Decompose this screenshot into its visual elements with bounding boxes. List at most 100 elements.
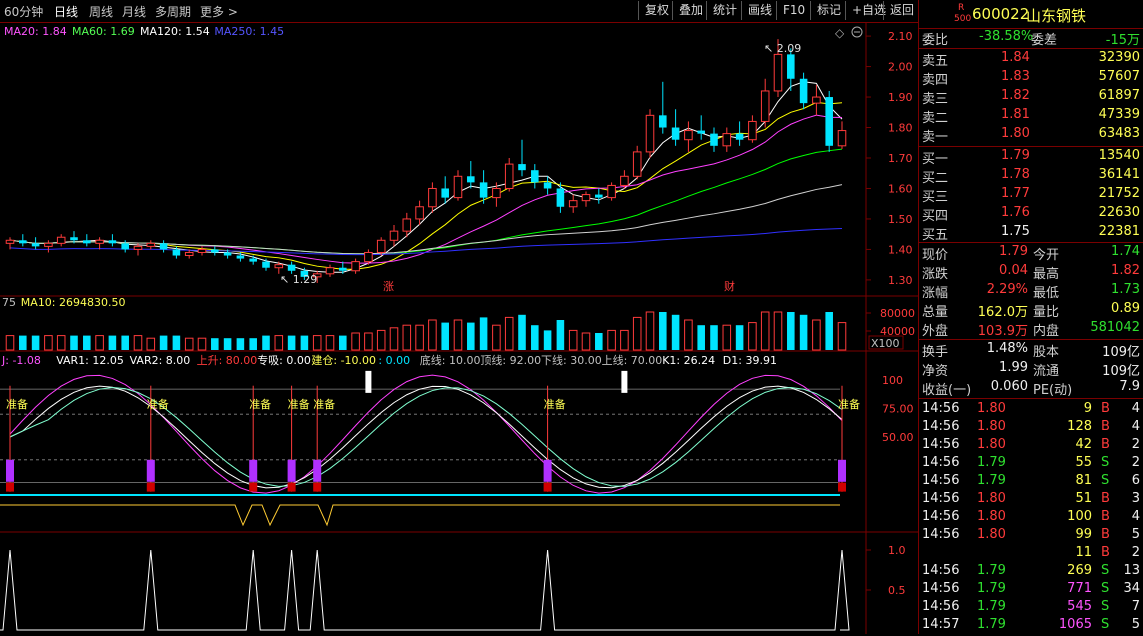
candle-body bbox=[697, 130, 705, 134]
indicator-lines: 准备 准备 准备 准备 准备 准备 准备 bbox=[0, 370, 860, 527]
ask-volume: 32390 bbox=[1098, 50, 1140, 65]
draw-line-button[interactable]: 画线 bbox=[741, 1, 778, 20]
ask-price: 1.81 bbox=[1001, 107, 1030, 122]
tick-volume: 100 bbox=[1067, 509, 1092, 524]
bid-volume: 22381 bbox=[1098, 224, 1140, 239]
diamond-icon[interactable]: ◇ bbox=[835, 26, 845, 40]
tick-time: 14:56 bbox=[922, 455, 960, 470]
tick-volume: 545 bbox=[1067, 599, 1092, 614]
ind-legend-item: VAR2: 8.00 bbox=[130, 354, 191, 367]
bid-row: 买一 1.79 13540 bbox=[919, 148, 1143, 167]
stat-label: 最高 bbox=[1033, 267, 1060, 282]
f10-button[interactable]: F10 bbox=[776, 1, 811, 20]
bid-row: 买三 1.77 21752 bbox=[919, 186, 1143, 205]
candlestick-series bbox=[5, 39, 847, 283]
ma-line-250 bbox=[9, 227, 843, 256]
tab-60min[interactable]: 60分钟 bbox=[4, 3, 43, 20]
fund-value: 0.060 bbox=[990, 379, 1028, 394]
ind-legend-item: 下线: 30.00 bbox=[541, 353, 602, 367]
mark-button[interactable]: 标记 bbox=[810, 1, 847, 20]
top-marker bbox=[365, 370, 372, 393]
bid-price: 1.75 bbox=[1001, 224, 1030, 239]
stat-row: 涨跌 0.04 最高 1.82 bbox=[919, 263, 1143, 282]
order-ratio-row: 委比 -38.58% 委差 -15万 bbox=[919, 29, 1143, 48]
signal-label: 准备 bbox=[249, 397, 271, 411]
volume-bar bbox=[543, 330, 552, 350]
stock-name[interactable]: 山东钢铁 bbox=[1026, 5, 1086, 26]
volume-bar bbox=[581, 332, 591, 351]
candle-body bbox=[556, 188, 565, 207]
vol-legend-item: MA10: 2694830.50 bbox=[21, 296, 126, 309]
price-tick-label: 1.50 bbox=[888, 213, 913, 226]
fund-label: 股本 bbox=[1033, 345, 1060, 360]
volume-bar bbox=[364, 332, 373, 351]
tick-price: 1.79 bbox=[977, 581, 1006, 596]
tab-weekly[interactable]: 周线 bbox=[89, 3, 113, 20]
volume-bar bbox=[825, 312, 833, 350]
candle-body bbox=[812, 96, 821, 104]
overlay-button[interactable]: 叠加 bbox=[672, 1, 709, 20]
candle-body bbox=[95, 239, 104, 244]
ask-row: 卖四 1.83 57607 bbox=[919, 69, 1143, 88]
tab-daily[interactable]: 日线 bbox=[54, 3, 78, 20]
bid-label: 买二 bbox=[922, 171, 949, 186]
stat-label: 内盘 bbox=[1033, 324, 1060, 339]
signal-label: 准备 bbox=[6, 397, 28, 411]
candle-body bbox=[645, 114, 655, 153]
tick-side: B bbox=[1101, 527, 1110, 542]
tick-side: S bbox=[1101, 473, 1110, 488]
tick-row: 14:56 1.79 55 S 2 bbox=[919, 455, 1143, 474]
bid-row: 买二 1.78 36141 bbox=[919, 167, 1143, 186]
ind-legend-item: K1: 26.24 bbox=[662, 354, 715, 367]
d-line bbox=[9, 387, 843, 487]
tab-multi-period[interactable]: 多周期 bbox=[155, 3, 191, 20]
bid-volume: 36141 bbox=[1098, 167, 1140, 182]
candle-body bbox=[671, 127, 680, 140]
volume-bar bbox=[607, 329, 616, 351]
volume-bar bbox=[223, 338, 232, 350]
bid-volume: 22630 bbox=[1098, 205, 1140, 220]
tick-time: 14:56 bbox=[922, 473, 960, 488]
tick-price: 1.80 bbox=[977, 419, 1006, 434]
volume-bar bbox=[146, 337, 156, 351]
signal-bar bbox=[287, 459, 296, 482]
volume-bar bbox=[492, 324, 501, 351]
volume-bar bbox=[645, 311, 655, 351]
tick-volume: 771 bbox=[1067, 581, 1092, 596]
candle-body bbox=[415, 206, 424, 220]
signal-base bbox=[543, 482, 552, 492]
bid-label: 买五 bbox=[922, 228, 949, 243]
volume-bar bbox=[837, 322, 847, 351]
ind-legend-item: J: -1.08 bbox=[1, 354, 41, 367]
candle-body bbox=[428, 187, 437, 208]
candle-body bbox=[389, 230, 399, 241]
candle-body bbox=[339, 267, 347, 271]
volume-bar bbox=[441, 322, 449, 350]
volume-bar bbox=[325, 335, 335, 351]
bid-price: 1.76 bbox=[1001, 205, 1030, 220]
tick-count: 7 bbox=[1131, 599, 1140, 614]
restore-rights-button[interactable]: 复权 bbox=[638, 1, 675, 20]
signal-base bbox=[287, 482, 296, 492]
tab-more[interactable]: 更多 > bbox=[200, 3, 238, 20]
ask-label: 卖二 bbox=[922, 111, 949, 126]
candle-body bbox=[274, 264, 284, 269]
tick-count: 5 bbox=[1131, 527, 1140, 542]
tick-volume: 128 bbox=[1067, 419, 1092, 434]
candle-body bbox=[159, 243, 168, 250]
candle-body bbox=[351, 261, 360, 272]
signal-tick-label: 0.5 bbox=[888, 584, 906, 597]
collapse-panel-icon[interactable] bbox=[851, 26, 863, 38]
tick-count: 2 bbox=[1131, 455, 1140, 470]
ask-price: 1.84 bbox=[1001, 50, 1030, 65]
signal-label: 准备 bbox=[288, 397, 310, 411]
volume-bar bbox=[773, 311, 783, 351]
statistics-button[interactable]: 统计 bbox=[706, 1, 743, 20]
candle-body bbox=[223, 252, 232, 256]
back-button[interactable]: 返回 bbox=[883, 1, 920, 20]
tick-volume: 9 bbox=[1083, 401, 1092, 416]
fund-value: 1.48% bbox=[986, 341, 1028, 356]
tick-side: S bbox=[1101, 581, 1110, 596]
bid-row: 买四 1.76 22630 bbox=[919, 205, 1143, 224]
tab-monthly[interactable]: 月线 bbox=[122, 3, 146, 20]
